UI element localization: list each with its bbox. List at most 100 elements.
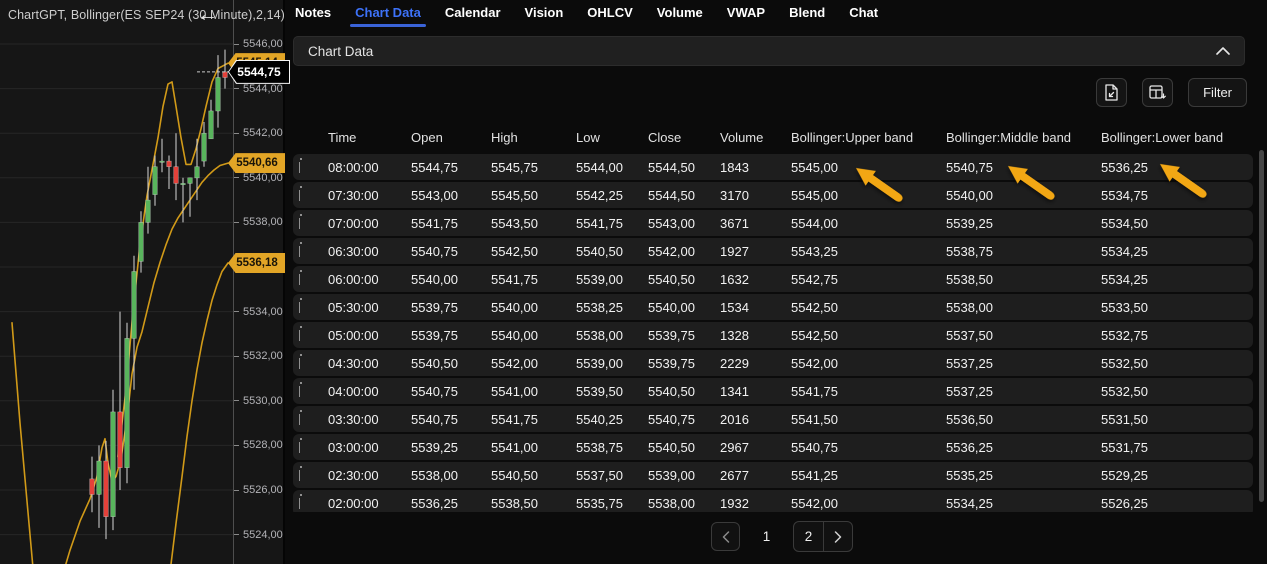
table-header-row: Time Open High Low Close Volume Bollinger:Uppe… [293,120,1253,154]
table-row[interactable]: 06:00:00 5540,00 5541,75 5539,00 5540,50 1632… [293,266,1253,292]
table-cell: 5538,50 [491,495,538,511]
clipped-column-fragment [299,242,303,257]
table-cell: 5532,75 [1101,327,1148,343]
table-row[interactable]: 07:00:00 5541,75 5543,50 5541,75 5543,00 3671… [293,210,1253,236]
clipped-column-fragment [299,270,303,285]
table-cell: 5542,50 [791,299,838,315]
table-cell: 5541,75 [411,215,458,231]
table-cell: 5544,00 [791,215,838,231]
clipped-column-fragment [299,410,303,425]
table-cell: 5544,00 [576,159,623,175]
table-cell: 5536,25 [411,495,458,511]
table-cell: 06:00:00 [328,271,379,287]
table-cell: 5535,25 [946,467,993,483]
table-row[interactable]: 05:30:00 5539,75 5540,00 5538,25 5540,00 1534… [293,294,1253,320]
collapse-panel-arrow-icon[interactable]: ← [197,3,218,27]
table-row[interactable]: 02:30:00 5538,00 5540,50 5537,50 5539,00 2677… [293,462,1253,488]
table-cell: 1927 [720,243,749,259]
table-cell: 06:30:00 [328,243,379,259]
table-cell: 5543,00 [648,215,695,231]
page-number-2[interactable]: 2 [794,522,823,551]
table-cell: 5540,75 [648,411,695,427]
price-badge-last-price: 5544,75 [228,59,290,84]
table-row[interactable]: 07:30:00 5543,00 5545,50 5542,25 5544,50 3170… [293,182,1253,208]
table-cell: 5540,00 [411,271,458,287]
price-badge-lower-band-price: 5536,18 [228,252,286,273]
export-file-button[interactable] [1096,78,1128,107]
tab-ohlcv[interactable]: OHLCV [585,1,635,26]
page-next-button[interactable] [823,522,852,551]
table-cell: 07:30:00 [328,187,379,203]
table-cell: 5537,25 [946,355,993,371]
chevron-right-icon [834,530,842,543]
tab-notes[interactable]: Notes [293,1,333,26]
table-row[interactable]: 04:00:00 5540,75 5541,00 5539,50 5540,50 1341… [293,378,1253,404]
table-cell: 5534,25 [1101,243,1148,259]
table-cell: 5542,00 [648,243,695,259]
table-row[interactable]: 04:30:00 5540,50 5542,00 5539,00 5539,75 2229… [293,350,1253,376]
table-cell: 3671 [720,215,749,231]
clipped-column-fragment [299,186,303,201]
table-cell: 5542,00 [491,355,538,371]
table-cell: 5540,50 [411,355,458,371]
table-cell: 5543,25 [791,243,838,259]
table-cell: 5540,75 [411,383,458,399]
table-cell: 5526,25 [1101,495,1148,511]
table-cell: 5539,00 [576,271,623,287]
tab-chat[interactable]: Chat [847,1,880,26]
table-cell: 5542,50 [791,327,838,343]
table-cell: 5540,50 [648,439,695,455]
table-cell: 5545,50 [491,187,538,203]
tab-blend[interactable]: Blend [787,1,827,26]
column-header-bollinger-lower-band: Bollinger:Lower band [1101,129,1224,145]
page-prev-button[interactable] [711,522,740,551]
table-row[interactable]: 03:30:00 5540,75 5541,75 5540,25 5540,75 2016… [293,406,1253,432]
axis-tick-label: 5526,00 [234,482,283,498]
table-cell: 1341 [720,383,749,399]
table-row[interactable]: 08:00:00 5544,75 5545,75 5544,00 5544,50 1843… [293,154,1253,180]
table-cell: 1328 [720,327,749,343]
table-row[interactable]: 03:00:00 5539,25 5541,00 5538,75 5540,50 2967… [293,434,1253,460]
tab-vision[interactable]: Vision [523,1,566,26]
table-cell: 5540,50 [576,243,623,259]
table-cell: 2677 [720,467,749,483]
table-row[interactable]: 06:30:00 5540,75 5542,50 5540,50 5542,00 1927… [293,238,1253,264]
tab-volume[interactable]: Volume [655,1,705,26]
download-table-button[interactable] [1142,78,1174,107]
chevron-up-icon[interactable] [1216,47,1230,55]
last-price-label: 5544,75 [229,60,289,83]
candlestick-chart[interactable] [0,0,233,564]
table-row[interactable]: 02:00:00 5536,25 5538,50 5535,75 5538,00 1932… [293,490,1253,512]
table-cell: 5534,50 [1101,215,1148,231]
export-file-icon [1105,84,1118,101]
tab-vwap[interactable]: VWAP [725,1,767,26]
pagination: 12 [711,521,853,552]
table-cell: 5544,50 [648,159,695,175]
vertical-scrollbar[interactable] [1259,150,1264,502]
table-cell: 5538,00 [576,327,623,343]
table-cell: 5540,75 [411,243,458,259]
table-cell: 5536,50 [946,411,993,427]
table-cell: 5541,50 [791,411,838,427]
chart-data-section-header[interactable]: Chart Data [293,36,1245,66]
table-cell: 5540,50 [491,467,538,483]
filter-button[interactable]: Filter [1188,78,1247,107]
table-row[interactable]: 05:00:00 5539,75 5540,00 5538,00 5539,75 1328… [293,322,1253,348]
clipped-column-fragment [299,158,303,173]
table-cell: 5541,75 [491,271,538,287]
table-cell: 5541,75 [576,215,623,231]
page-number-1[interactable]: 1 [752,522,781,551]
table-cell: 07:00:00 [328,215,379,231]
axis-tick-label: 5530,00 [234,393,283,409]
table-cell: 02:00:00 [328,495,379,511]
table-cell: 5541,00 [491,383,538,399]
axis-tick-label: 5524,00 [234,527,283,543]
tab-calendar[interactable]: Calendar [443,1,503,26]
table-cell: 5540,25 [576,411,623,427]
tab-chart-data[interactable]: Chart Data [350,1,426,27]
column-header-bollinger-upper-band: Bollinger:Upper band [791,129,914,145]
table-cell: 5532,50 [1101,355,1148,371]
table-cell: 5538,75 [946,243,993,259]
table-cell: 5539,50 [576,383,623,399]
table-cell: 1632 [720,271,749,287]
